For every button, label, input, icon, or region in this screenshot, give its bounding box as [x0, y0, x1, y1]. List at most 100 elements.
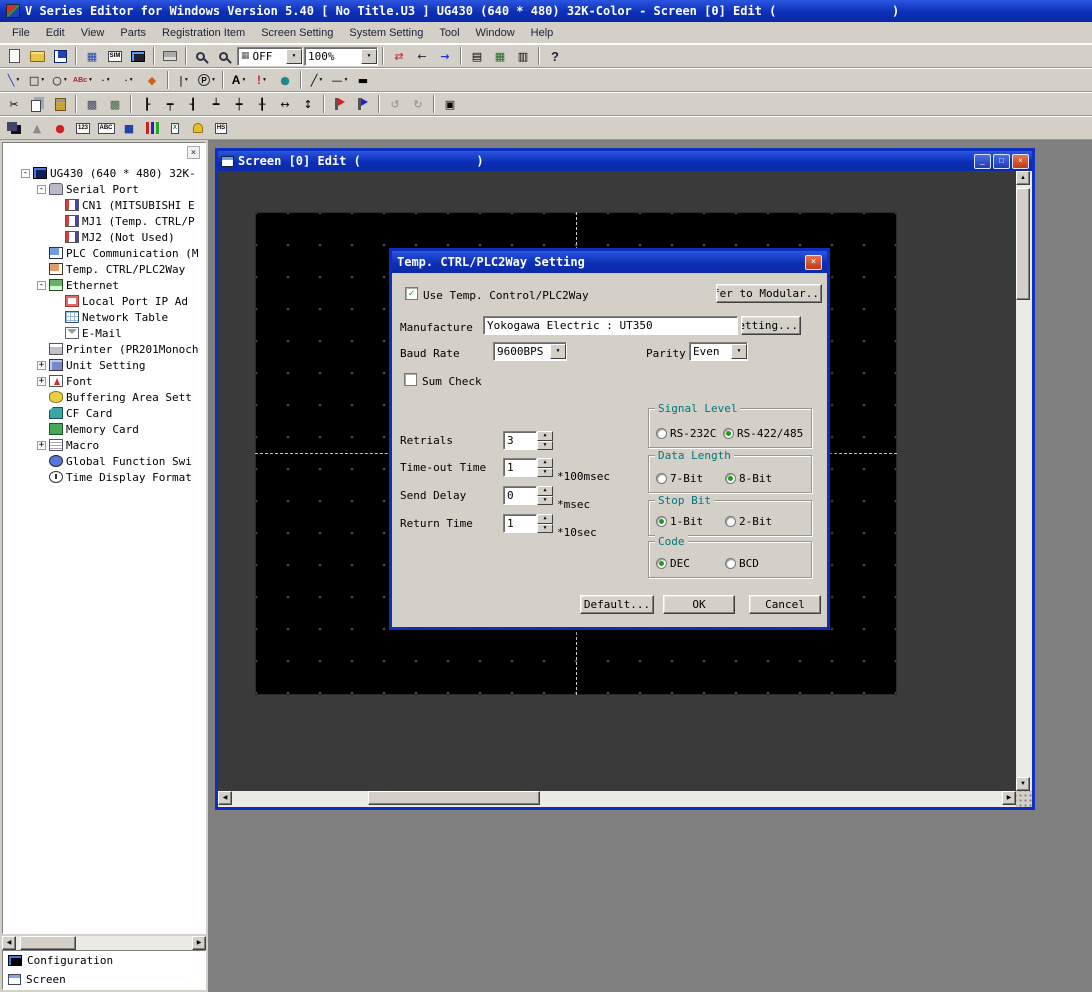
app-titlebar[interactable]: V Series Editor for Windows Version 5.40… — [0, 0, 1092, 22]
overlap-display-button[interactable] — [3, 118, 25, 138]
manufacture-input[interactable] — [483, 316, 738, 335]
numerical-display-button[interactable]: 123 — [72, 118, 94, 138]
align-top-button[interactable]: ┯ — [159, 94, 181, 114]
retrials-spin-up[interactable]: ▲ — [537, 431, 553, 441]
tree-expander-icon[interactable]: + — [37, 377, 46, 386]
timeout-spin-down[interactable]: ▼ — [537, 468, 553, 478]
scroll-left-button[interactable]: ◀ — [218, 791, 232, 805]
cut-button[interactable]: ✂ — [3, 94, 25, 114]
baud-rate-dropdown-button[interactable]: ▼ — [550, 344, 566, 359]
trend-display-button[interactable]: X — [164, 118, 186, 138]
send-delay-spin-down[interactable]: ▼ — [537, 496, 553, 506]
item-list-button[interactable]: ▤ — [466, 46, 488, 66]
overlap-tool-button[interactable]: !▼ — [251, 70, 273, 90]
screen-edit-titlebar[interactable]: Screen [0] Edit ( ) _ □ × — [218, 151, 1032, 171]
scroll-right-button[interactable]: ▶ — [192, 936, 206, 950]
tree-expander-icon[interactable]: + — [37, 441, 46, 450]
multi-copy2-button[interactable]: ▩ — [104, 94, 126, 114]
tree-item-memory-card[interactable]: Memory Card — [3, 421, 205, 437]
rect-tool-button[interactable]: □▼ — [26, 70, 48, 90]
refer-to-modular-button[interactable]: Refer to Modular.. — [716, 284, 822, 303]
return-time-input[interactable] — [503, 514, 537, 533]
resize-grip[interactable] — [1016, 791, 1032, 807]
scrollbar-thumb[interactable] — [1016, 188, 1030, 300]
table-view-button[interactable]: ▥ — [512, 46, 534, 66]
tree-expander-icon[interactable]: - — [21, 169, 30, 178]
same-width-button[interactable]: ↔ — [274, 94, 296, 114]
baud-rate-combo[interactable]: 9600BPS ▼ — [493, 342, 567, 361]
radio-bcd[interactable]: BCD — [725, 557, 759, 570]
parts-tool-button[interactable]: P▼ — [196, 70, 218, 90]
panel-close-button[interactable]: × — [187, 146, 200, 159]
zoom-tool-button[interactable] — [214, 46, 236, 66]
redo-button[interactable]: ↻ — [407, 94, 429, 114]
tree-expander-icon[interactable]: + — [37, 361, 46, 370]
scroll-up-button[interactable]: ▲ — [1016, 171, 1030, 185]
tree-item-serial-port[interactable]: -Serial Port — [3, 181, 205, 197]
retrials-input[interactable] — [503, 431, 537, 450]
text-tool-button[interactable]: ABc▼ — [72, 70, 94, 90]
menu-edit[interactable]: Edit — [38, 24, 73, 42]
tree-item-mj1[interactable]: MJ1 (Temp. CTRL/P — [3, 213, 205, 229]
screen-environment-button[interactable] — [127, 46, 149, 66]
menu-tool[interactable]: Tool — [431, 24, 467, 42]
sampling-display-button[interactable]: HS — [210, 118, 232, 138]
scrollbar-thumb[interactable] — [20, 936, 76, 950]
scrollbar-track[interactable] — [1016, 185, 1032, 777]
scroll-down-button[interactable]: ▼ — [1016, 777, 1030, 791]
scroll-left-button[interactable]: ◀ — [2, 936, 16, 950]
save-button[interactable] — [49, 46, 71, 66]
pipe-tool-button[interactable]: |▼ — [173, 70, 195, 90]
swap-screens-button[interactable]: ⇄ — [388, 46, 410, 66]
group-button[interactable] — [329, 94, 351, 114]
ellipse-tool-button[interactable]: ○▼ — [49, 70, 71, 90]
tree-item-ethernet[interactable]: -Ethernet — [3, 277, 205, 293]
sum-check-checkbox[interactable] — [404, 373, 417, 386]
tree-item-temp-ctrl[interactable]: Temp. CTRL/PLC2Way — [3, 261, 205, 277]
tab-configuration[interactable]: Configuration — [3, 951, 205, 970]
graph-display-button[interactable] — [141, 118, 163, 138]
canvas-vertical-scrollbar[interactable]: ▲ ▼ — [1016, 171, 1032, 791]
align-center-v-button[interactable]: ╂ — [251, 94, 273, 114]
send-delay-input[interactable] — [503, 486, 537, 505]
menu-system-setting[interactable]: System Setting — [341, 24, 431, 42]
scrollbar-track[interactable] — [232, 791, 1002, 807]
align-bottom-button[interactable]: ┷ — [205, 94, 227, 114]
return-time-spin-up[interactable]: ▲ — [537, 514, 553, 524]
tree-item-cn1[interactable]: CN1 (MITSUBISHI E — [3, 197, 205, 213]
scrollbar-track[interactable] — [16, 936, 192, 950]
panel-horizontal-scrollbar[interactable]: ◀ ▶ — [2, 936, 206, 950]
scroll-right-button[interactable]: ▶ — [1002, 791, 1016, 805]
previous-screen-button[interactable]: ← — [411, 46, 433, 66]
print-button[interactable] — [159, 46, 181, 66]
font-tool-button[interactable]: A▼ — [228, 70, 250, 90]
close-window-button[interactable]: × — [1012, 154, 1029, 169]
menu-view[interactable]: View — [73, 24, 113, 42]
copy-button[interactable] — [26, 94, 48, 114]
radio-2bit[interactable]: 2-Bit — [725, 515, 772, 528]
tree-item-time-display[interactable]: Time Display Format — [3, 469, 205, 485]
canvas-horizontal-scrollbar[interactable]: ◀ ▶ — [218, 791, 1016, 807]
send-delay-spin-up[interactable]: ▲ — [537, 486, 553, 496]
menu-help[interactable]: Help — [523, 24, 562, 42]
buzzer-button[interactable] — [187, 118, 209, 138]
tree-item-cf-card[interactable]: CF Card — [3, 405, 205, 421]
tree-item-mj2[interactable]: MJ2 (Not Used) — [3, 229, 205, 245]
cancel-button[interactable]: Cancel — [749, 595, 821, 614]
radio-rs422-485[interactable]: RS-422/485 — [723, 427, 803, 440]
parity-combo[interactable]: Even ▼ — [689, 342, 748, 361]
return-time-spin-down[interactable]: ▼ — [537, 524, 553, 534]
ungroup-button[interactable] — [352, 94, 374, 114]
edit-area-button[interactable]: ▣ — [439, 94, 461, 114]
menu-file[interactable]: File — [4, 24, 38, 42]
parity-dropdown-button[interactable]: ▼ — [731, 344, 747, 359]
dialog-close-button[interactable]: × — [805, 255, 822, 270]
radio-dec[interactable]: DEC — [656, 557, 690, 570]
screen-list-button[interactable]: ▦ — [81, 46, 103, 66]
dot-tool-button[interactable]: ·▼ — [95, 70, 117, 90]
tree-expander-icon[interactable]: - — [37, 281, 46, 290]
menu-parts[interactable]: Parts — [112, 24, 154, 42]
timeout-input[interactable] — [503, 458, 537, 477]
timeout-spin-up[interactable]: ▲ — [537, 458, 553, 468]
next-screen-button[interactable]: → — [434, 46, 456, 66]
